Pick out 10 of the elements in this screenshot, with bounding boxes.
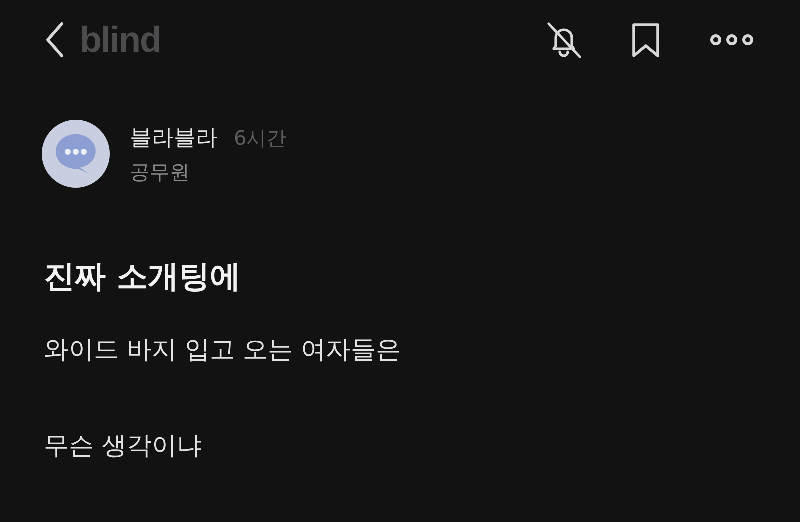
post-time: 6시간 — [234, 124, 287, 152]
app-logo: blind — [80, 19, 161, 61]
company-name: 공무원 — [130, 158, 191, 186]
post-paragraph: 무슨 생각이냐 — [44, 430, 203, 462]
post-paragraph: 와이드 바지 입고 오는 여자들은 — [44, 334, 402, 366]
author-name[interactable]: 블라블라 — [130, 122, 218, 152]
avatar-icon — [42, 120, 110, 188]
post-title: 진짜 소개팅에 — [44, 258, 242, 297]
back-button[interactable] — [44, 21, 66, 59]
back-icon — [44, 21, 66, 59]
